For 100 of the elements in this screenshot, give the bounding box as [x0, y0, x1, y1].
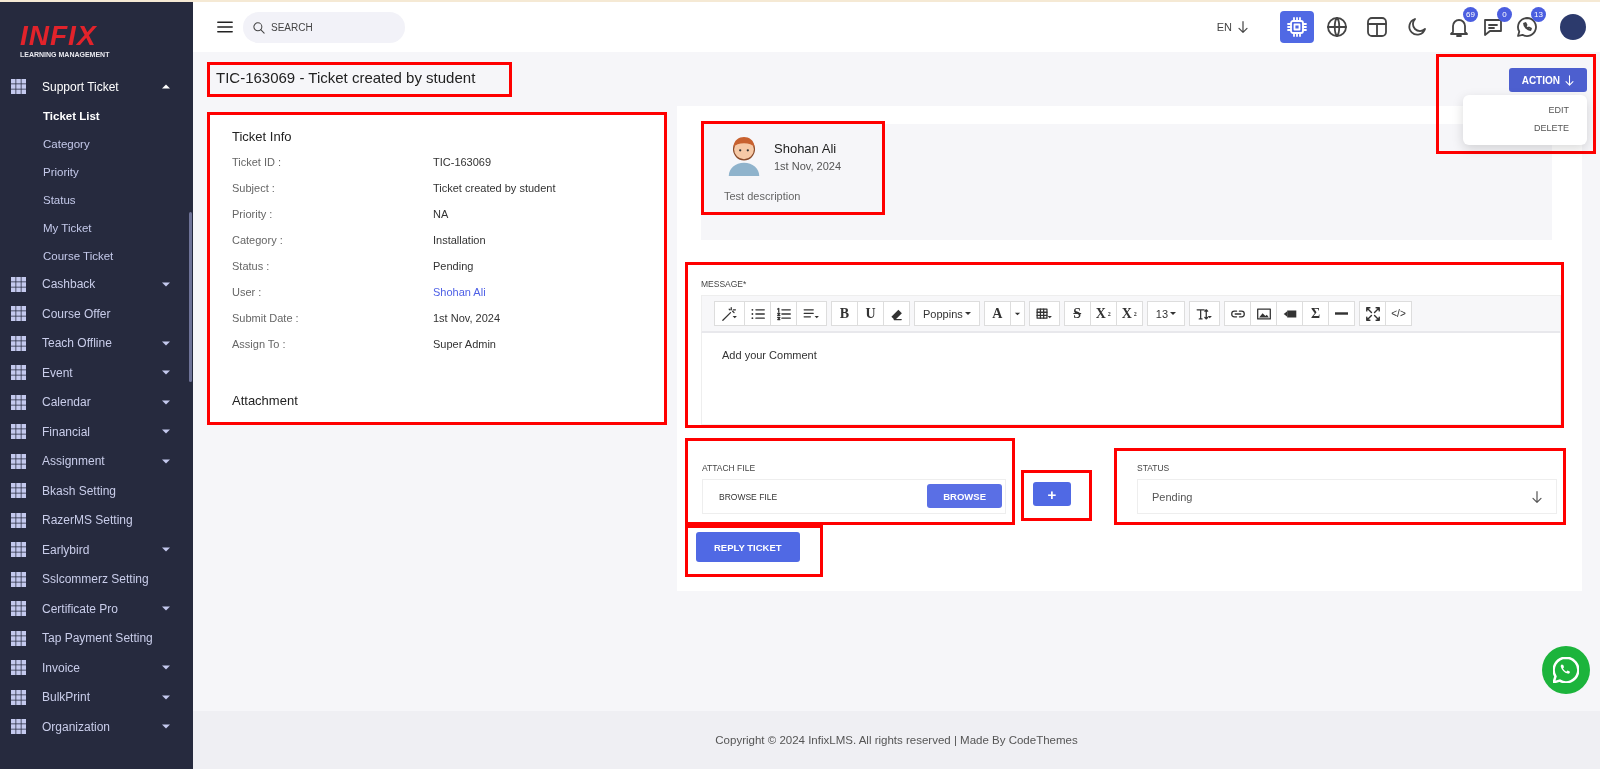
fullscreen-button[interactable] — [1359, 301, 1386, 326]
format-button[interactable]: Σ — [1302, 301, 1329, 326]
caret-icon — [162, 370, 170, 376]
sidebar-item[interactable]: Financial — [0, 417, 186, 447]
sidebar-item[interactable]: RazerMS Setting — [0, 505, 186, 535]
field-label: Submit Date : — [232, 312, 300, 326]
sidebar-item[interactable]: Earlybird — [0, 535, 186, 565]
horizontal-rule-button[interactable] — [1328, 301, 1355, 326]
phone-chat-icon[interactable] — [1517, 17, 1537, 37]
video-button[interactable] — [1276, 301, 1303, 326]
sidebar-item[interactable]: Certificate Pro — [0, 594, 186, 624]
field-value: Installation — [433, 234, 486, 246]
field-label: Priority : — [232, 208, 274, 222]
action-button[interactable]: ACTION — [1508, 68, 1587, 92]
sidebar-subitem[interactable]: Course Ticket — [0, 241, 186, 270]
grid-icon — [11, 335, 26, 351]
arrow-down-icon — [1565, 74, 1574, 86]
bullet-list-button[interactable] — [744, 301, 771, 326]
caret-icon — [162, 724, 170, 730]
bell-icon[interactable] — [1449, 17, 1469, 37]
format-button[interactable]: S — [1063, 301, 1091, 326]
comment-field[interactable]: Add your Comment — [701, 333, 1561, 425]
section-title: Attachment — [232, 393, 299, 408]
message-text: Test description — [724, 190, 802, 202]
caret-icon — [162, 458, 170, 464]
logo-text: INFIX — [20, 22, 97, 50]
language-selector[interactable]: EN — [1210, 20, 1254, 34]
sidebar-item[interactable]: Support Ticket — [0, 72, 186, 102]
text-height-button[interactable] — [1189, 301, 1220, 326]
dropdown-button[interactable]: 13 — [1146, 301, 1185, 326]
caret-icon — [1170, 312, 1176, 315]
sidebar-item[interactable]: Invoice — [0, 653, 186, 683]
format-button[interactable]: </> — [1385, 301, 1412, 326]
grid-icon — [11, 542, 26, 558]
caret-icon — [162, 606, 170, 612]
grid-icon — [11, 630, 26, 646]
count-badge: 13 — [1531, 7, 1546, 22]
numbered-list-button[interactable] — [770, 301, 797, 326]
caret-icon — [964, 312, 971, 315]
moon-icon — [1407, 17, 1427, 37]
sidebar-item[interactable]: Teach Offline — [0, 328, 186, 358]
eraser-button[interactable] — [883, 301, 910, 326]
magic-wand-button[interactable] — [714, 301, 745, 326]
field-label: Assign To : — [232, 338, 287, 352]
sidebar-subitem[interactable]: Status — [0, 185, 186, 214]
sidebar-item[interactable]: Organization — [0, 712, 186, 742]
chat-bubble-button[interactable] — [1542, 646, 1590, 694]
sidebar-item[interactable]: Course Offer — [0, 299, 186, 329]
sidebar-item[interactable]: Bkash Setting — [0, 476, 186, 506]
field-label: ATTACH FILE — [702, 463, 757, 473]
menu-icon[interactable] — [217, 20, 233, 34]
field-label: Status : — [232, 260, 271, 274]
chip-button[interactable] — [1280, 11, 1314, 43]
field-label: Ticket ID : — [232, 156, 283, 170]
author-name: Shohan Ali — [774, 140, 838, 156]
grid-icon — [11, 276, 26, 292]
field-value: Pending — [433, 260, 474, 272]
sidebar-item[interactable]: Event — [0, 358, 186, 388]
field-label: Subject : — [232, 182, 276, 196]
format-button[interactable]: B — [831, 301, 858, 326]
grid-icon — [11, 394, 26, 410]
format-button[interactable]: U — [857, 301, 884, 326]
status-select[interactable]: Pending — [1137, 479, 1557, 514]
search-field[interactable]: SEARCH — [243, 11, 405, 43]
align-left-button[interactable] — [796, 301, 827, 326]
reply-ticket-button[interactable]: REPLY TICKET — [696, 532, 800, 562]
grid-icon — [11, 571, 26, 587]
grid-icon — [11, 365, 26, 381]
sidebar-subitem[interactable]: Category — [0, 129, 186, 158]
image-button[interactable] — [1250, 301, 1277, 326]
card-title: Ticket Info — [232, 129, 293, 144]
caret-icon — [1013, 311, 1021, 316]
grid-icon — [11, 512, 26, 528]
table-button[interactable] — [1028, 301, 1060, 326]
sidebar-item[interactable]: BulkPrint — [0, 682, 186, 712]
dropdown-button[interactable]: Poppins — [914, 301, 980, 326]
chat-icon[interactable] — [1483, 17, 1503, 37]
sidebar-item[interactable]: Tap Payment Setting — [0, 623, 186, 653]
sidebar-item[interactable]: Sslcommerz Setting — [0, 564, 186, 594]
image-icon — [1256, 306, 1271, 321]
sidebar-item[interactable]: Cashback — [0, 269, 186, 299]
avatar[interactable] — [1560, 14, 1586, 40]
globe-icon — [1327, 17, 1347, 37]
sidebar-subitem[interactable]: Ticket List — [0, 101, 186, 130]
menu-item[interactable]: DELETE — [1534, 123, 1569, 133]
format-button[interactable]: A — [983, 301, 1011, 326]
menu-item[interactable]: EDIT — [1548, 105, 1569, 115]
grid-icon — [11, 483, 26, 499]
format-button[interactable]: X$^{2}$ — [1089, 301, 1117, 326]
user-link[interactable]: Shohan Ali — [433, 286, 486, 298]
field-label: User : — [232, 286, 263, 300]
sidebar-item[interactable]: Assignment — [0, 446, 186, 476]
sidebar-subitem[interactable]: My Ticket — [0, 213, 186, 242]
arrow-down-icon — [1238, 21, 1248, 33]
sidebar-item[interactable]: Calendar — [0, 387, 186, 417]
add-button[interactable]: + — [1033, 482, 1071, 506]
browse-button[interactable]: BROWSE — [927, 484, 1002, 508]
scrollbar[interactable] — [189, 212, 192, 382]
link-button[interactable] — [1224, 301, 1251, 326]
sidebar-subitem[interactable]: Priority — [0, 157, 186, 186]
